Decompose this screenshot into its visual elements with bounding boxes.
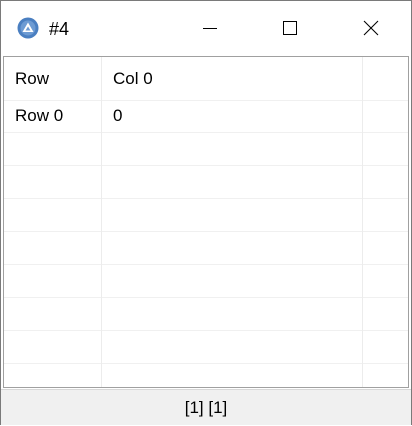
minimize-icon <box>203 28 217 29</box>
empty-cell <box>4 298 102 331</box>
close-icon <box>363 20 379 36</box>
window-title: #4 <box>49 19 70 39</box>
column-header-filler <box>363 57 408 100</box>
empty-cell <box>102 133 363 166</box>
app-window: #4 Row Col 0 Row 0 0 [1] [1] <box>0 0 412 425</box>
empty-cell <box>102 331 363 364</box>
empty-row <box>4 364 408 387</box>
data-grid[interactable]: Row Col 0 Row 0 0 <box>3 56 409 388</box>
empty-cell <box>4 232 102 265</box>
empty-row <box>4 166 408 199</box>
empty-row <box>4 133 408 166</box>
empty-row <box>4 331 408 364</box>
empty-cell <box>4 199 102 232</box>
close-button[interactable] <box>331 1 411 55</box>
empty-cell <box>4 331 102 364</box>
column-header-row[interactable]: Row <box>4 57 102 100</box>
minimize-button[interactable] <box>170 1 250 55</box>
empty-cell <box>4 364 102 387</box>
empty-cell <box>4 265 102 298</box>
empty-cell <box>4 166 102 199</box>
empty-cell <box>363 364 408 387</box>
empty-row <box>4 199 408 232</box>
row-header-cell[interactable]: Row 0 <box>4 100 102 133</box>
table-cell[interactable]: 0 <box>102 100 363 133</box>
maximize-button[interactable] <box>250 1 330 55</box>
empty-cell <box>102 364 363 387</box>
empty-cell <box>102 265 363 298</box>
empty-row <box>4 265 408 298</box>
empty-cell <box>102 232 363 265</box>
empty-cell <box>363 331 408 364</box>
empty-cell <box>102 166 363 199</box>
empty-cell <box>363 199 408 232</box>
column-header-col0[interactable]: Col 0 <box>102 57 363 100</box>
empty-cell <box>363 265 408 298</box>
empty-cell <box>4 133 102 166</box>
empty-row <box>4 232 408 265</box>
empty-cell <box>363 298 408 331</box>
empty-cell <box>102 199 363 232</box>
title-bar[interactable]: #4 <box>1 1 411 55</box>
status-bar: [1] [1] <box>1 389 411 425</box>
maximize-icon <box>283 21 297 35</box>
empty-cell <box>363 166 408 199</box>
table-cell-filler <box>363 100 408 133</box>
table-header-row: Row Col 0 <box>4 57 408 101</box>
empty-row <box>4 298 408 331</box>
empty-cell <box>102 298 363 331</box>
table-row[interactable]: Row 0 0 <box>4 100 408 133</box>
app-logo-icon <box>17 17 39 39</box>
empty-cell <box>363 133 408 166</box>
empty-cell <box>363 232 408 265</box>
